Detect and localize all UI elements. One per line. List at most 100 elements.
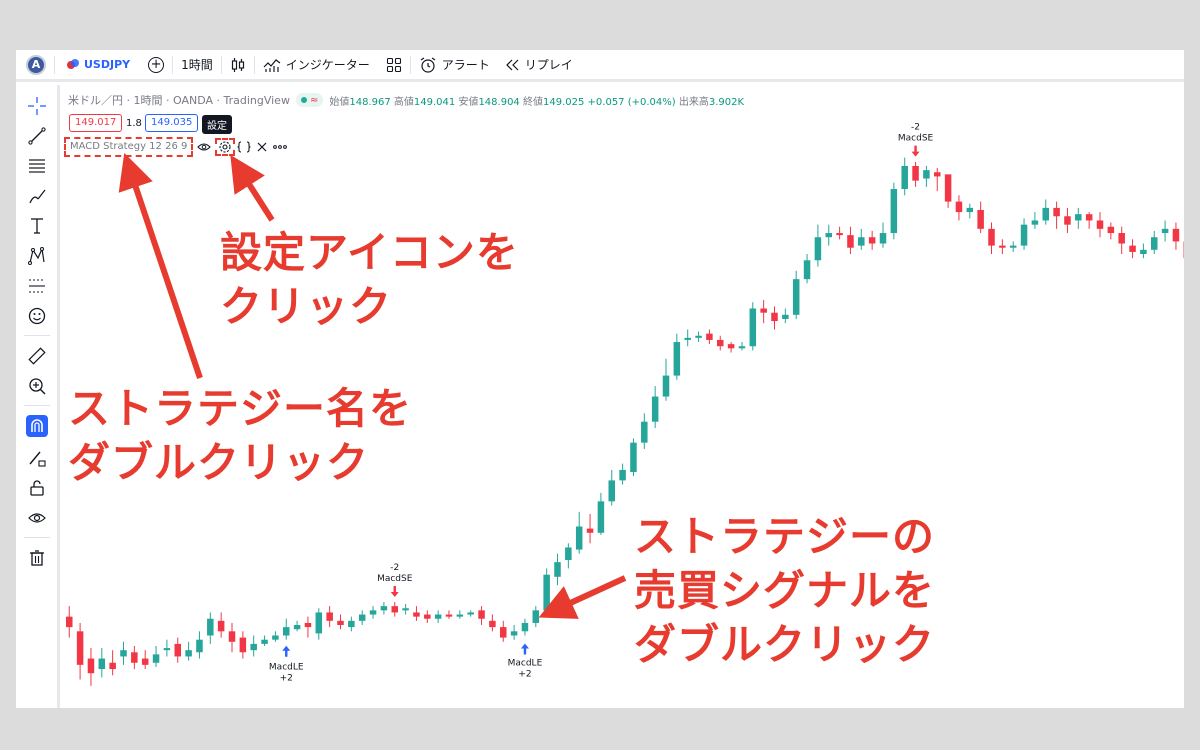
- candle-body: [217, 620, 225, 632]
- symbol-flag-icon: [67, 58, 79, 71]
- candle-body: [847, 235, 854, 248]
- close-value: 149.025: [542, 96, 585, 108]
- long-entry-label[interactable]: MacdLE: [269, 663, 304, 673]
- magnet-tool[interactable]: [26, 415, 48, 437]
- symbol-search-button[interactable]: USDJPY: [55, 50, 138, 79]
- pattern-tool[interactable]: [26, 245, 48, 267]
- candle-body: [304, 622, 312, 628]
- brush-tool[interactable]: [26, 185, 48, 207]
- source-code-icon[interactable]: [235, 138, 253, 156]
- candle-body: [174, 643, 181, 657]
- symbol-label: USDJPY: [84, 58, 131, 71]
- candle-body: [185, 650, 192, 657]
- zoom-tool[interactable]: [26, 375, 48, 397]
- candle-body: [315, 612, 323, 634]
- candle-body: [814, 237, 822, 261]
- trend-line-tool[interactable]: [26, 125, 48, 147]
- long-entry-qty[interactable]: +2: [280, 674, 293, 684]
- indicators-button[interactable]: インジケーター: [255, 50, 378, 79]
- text-icon: [31, 218, 43, 234]
- delete-tool[interactable]: [26, 547, 48, 569]
- replay-button[interactable]: リプレイ: [498, 50, 581, 79]
- candle-body: [988, 228, 995, 246]
- symbol-title: 米ドル／円 · 1時間 · OANDA · TradingView: [68, 94, 290, 107]
- candle-body: [923, 170, 930, 179]
- volume-value: 3.902K: [708, 96, 745, 108]
- ruler-tool[interactable]: [26, 345, 48, 367]
- candle-body: [163, 648, 171, 651]
- candle-body: [782, 314, 789, 319]
- candle-body: [434, 614, 442, 619]
- alert-button[interactable]: アラート: [411, 50, 498, 79]
- plus-circle-icon: +: [148, 56, 165, 73]
- sell-price-button[interactable]: 149.017: [69, 114, 123, 132]
- candle-body: [608, 480, 615, 502]
- candle-body: [749, 308, 757, 347]
- candle-body: [999, 245, 1006, 248]
- avatar-button[interactable]: A: [16, 50, 54, 79]
- settings-gear-icon[interactable]: [215, 138, 236, 156]
- candle-body: [1161, 228, 1169, 234]
- short-entry-label[interactable]: MacdSE: [377, 574, 413, 584]
- long-entry-qty-2[interactable]: +2: [518, 670, 531, 680]
- spread-value: 1.8: [126, 118, 142, 129]
- fib-tool[interactable]: [26, 155, 48, 177]
- text-tool[interactable]: [26, 215, 48, 237]
- long-entry-label-2[interactable]: MacdLE: [508, 659, 543, 669]
- rewind-icon: [505, 59, 519, 70]
- short-entry-arrow[interactable]: [390, 585, 399, 597]
- lock-drawing-tool[interactable]: [26, 447, 48, 469]
- visibility-eye-icon[interactable]: [195, 138, 213, 156]
- interval-button[interactable]: 1時間: [173, 50, 221, 79]
- chart-type-button[interactable]: [222, 50, 254, 79]
- replay-label: リプレイ: [524, 58, 573, 72]
- long-entry-arrow[interactable]: [282, 645, 291, 657]
- trend-line-icon: [28, 127, 46, 145]
- compare-symbol-button[interactable]: +: [138, 50, 172, 79]
- candle-body: [738, 346, 746, 349]
- candle-body: [293, 625, 301, 630]
- icon-tool[interactable]: [26, 305, 48, 327]
- settings-tooltip: 設定: [202, 115, 232, 134]
- remove-close-icon[interactable]: [253, 138, 271, 156]
- interval-label: 1時間: [181, 58, 213, 72]
- more-options-icon[interactable]: [271, 138, 289, 156]
- strategy-name[interactable]: MACD Strategy 12 26 9: [64, 137, 194, 157]
- lock-tool[interactable]: [26, 477, 48, 499]
- avatar: A: [26, 54, 46, 75]
- tradingview-window: A USDJPY + 1時間 インジケーター アラート リプレイ MacdLE …: [16, 50, 1184, 708]
- candle-body: [1096, 220, 1104, 229]
- candle-body: [413, 612, 420, 617]
- candle-body: [673, 342, 681, 376]
- candle-body: [283, 627, 290, 636]
- market-status-badge: ≈: [295, 93, 324, 107]
- candle-body: [228, 631, 236, 642]
- candle-body: [1064, 216, 1071, 225]
- candle-body: [803, 260, 811, 280]
- short-entry-arrow-2[interactable]: [911, 145, 920, 157]
- candle-body: [586, 528, 594, 533]
- live-dot-icon: [300, 97, 307, 103]
- candle-body: [369, 610, 377, 615]
- candle-body: [76, 631, 84, 665]
- crosshair-tool[interactable]: [26, 95, 48, 117]
- prediction-tool[interactable]: [26, 275, 48, 297]
- short-entry-qty[interactable]: -2: [390, 563, 399, 573]
- buy-price-button[interactable]: 149.035: [145, 114, 199, 132]
- short-entry-qty-2[interactable]: -2: [911, 123, 920, 133]
- candle-body: [717, 339, 724, 347]
- candle-body: [1107, 226, 1115, 234]
- candle-body: [554, 562, 561, 577]
- candle-body: [944, 174, 952, 202]
- short-entry-label-2[interactable]: MacdSE: [898, 134, 934, 144]
- candle-body: [98, 658, 106, 670]
- candle-body: [836, 233, 843, 236]
- long-entry-arrow-2[interactable]: [520, 643, 529, 655]
- candle-body: [565, 547, 572, 561]
- candle-body: [239, 637, 247, 653]
- candle-body: [727, 344, 735, 349]
- candle-body: [131, 652, 138, 663]
- volume-label: 出来高: [678, 96, 709, 108]
- hide-tool[interactable]: [26, 507, 48, 529]
- layouts-button[interactable]: [378, 50, 410, 79]
